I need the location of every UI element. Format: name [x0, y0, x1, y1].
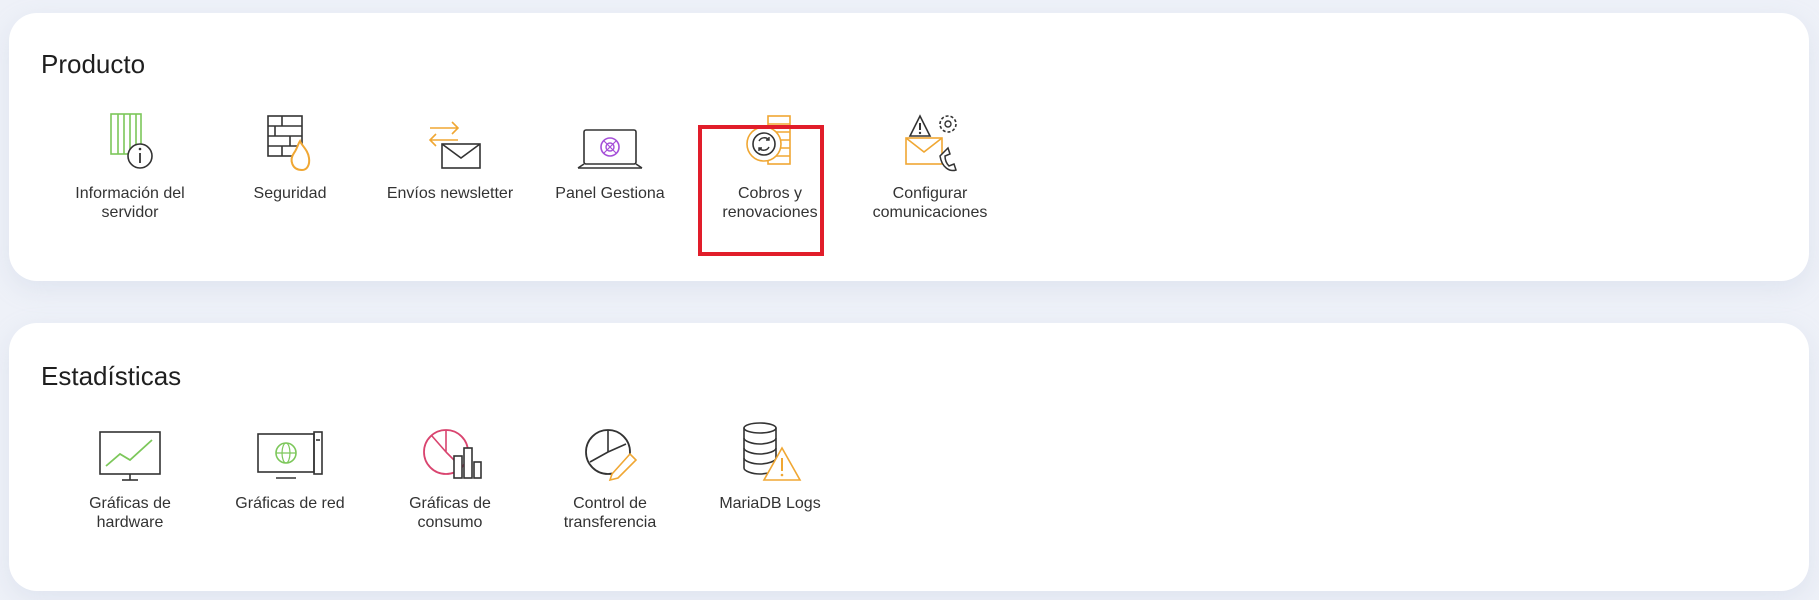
consumption-chart-icon — [414, 418, 486, 490]
estadisticas-card: Estadísticas Gráficas de hardware Gráfic… — [9, 323, 1809, 591]
selection-highlight — [698, 125, 824, 256]
item-label: Información del servidor — [75, 185, 185, 221]
item-panel-gestiona[interactable]: Panel Gestiona — [535, 108, 685, 203]
item-configurar-comunicaciones[interactable]: Configurar comunicaciones — [855, 108, 1005, 222]
item-envios-newsletter[interactable]: Envíos newsletter — [375, 108, 525, 203]
item-graficas-red[interactable]: Gráficas de red — [215, 418, 365, 513]
item-label: Gráficas de consumo — [409, 495, 491, 531]
transfer-control-icon — [574, 418, 646, 490]
item-label: Gráficas de hardware — [89, 495, 171, 531]
network-chart-icon — [254, 418, 326, 490]
newsletter-icon — [414, 108, 486, 180]
item-label: Configurar comunicaciones — [872, 185, 988, 221]
item-informacion-servidor[interactable]: Información del servidor — [55, 108, 205, 222]
item-label: Envíos newsletter — [386, 185, 514, 202]
item-graficas-hardware[interactable]: Gráficas de hardware — [55, 418, 205, 532]
item-label: Control de transferencia — [563, 495, 657, 531]
item-seguridad[interactable]: Seguridad — [215, 108, 365, 203]
database-logs-icon — [734, 418, 806, 490]
item-control-transferencia[interactable]: Control de transferencia — [535, 418, 685, 532]
item-graficas-consumo[interactable]: Gráficas de consumo — [375, 418, 525, 532]
hardware-chart-icon — [94, 418, 166, 490]
communications-settings-icon — [894, 108, 966, 180]
item-mariadb-logs[interactable]: MariaDB Logs — [695, 418, 845, 513]
item-label: Panel Gestiona — [555, 185, 665, 202]
firewall-icon — [254, 108, 326, 180]
server-info-icon — [94, 108, 166, 180]
item-label: MariaDB Logs — [719, 495, 821, 512]
item-label: Seguridad — [253, 185, 327, 202]
producto-card: Producto Información del servidor Seguri… — [9, 13, 1809, 281]
item-label: Gráficas de red — [235, 495, 345, 512]
panel-monitor-icon — [574, 108, 646, 180]
